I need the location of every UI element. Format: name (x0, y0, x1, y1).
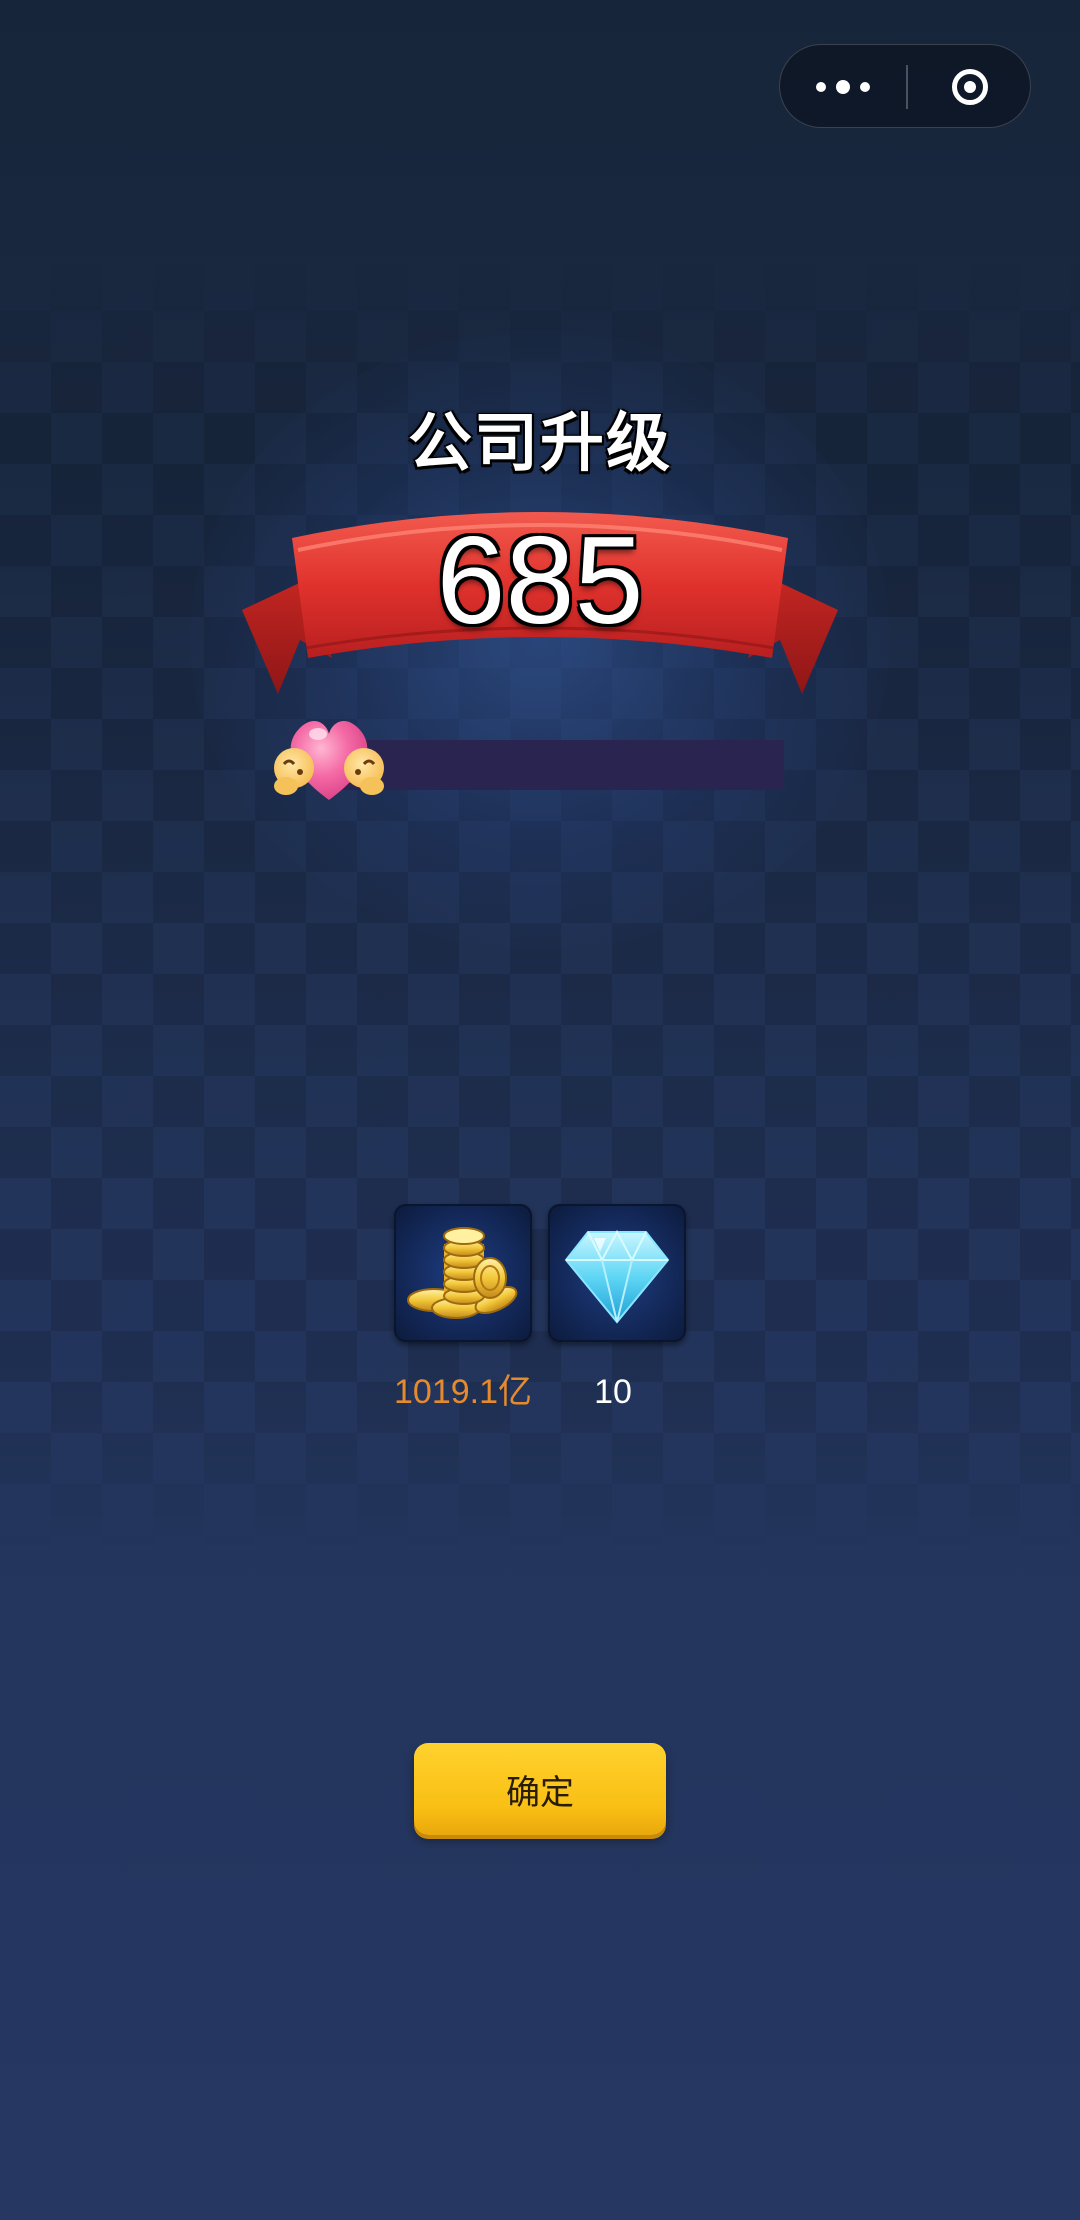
diamond-amount: 10 (594, 1373, 632, 1411)
company-level-number: 685 (436, 512, 644, 650)
upgrade-title: 公司升级 (408, 407, 672, 481)
diamond-icon (564, 1229, 670, 1324)
game-screen: 公司升级 685 1019.1亿 10 确定 (0, 0, 1080, 2220)
heart-hands-emoji (274, 721, 384, 800)
target-circle-icon[interactable] (907, 45, 1032, 129)
more-dots-icon[interactable] (780, 45, 906, 129)
gold-coins-icon (407, 1227, 518, 1319)
miniprogram-capsule (779, 44, 1031, 128)
progress-bar (330, 740, 784, 790)
reward-diamond (548, 1204, 686, 1342)
confirm-button[interactable]: 确定 (414, 1743, 666, 1835)
reward-gold-coins (394, 1204, 532, 1342)
